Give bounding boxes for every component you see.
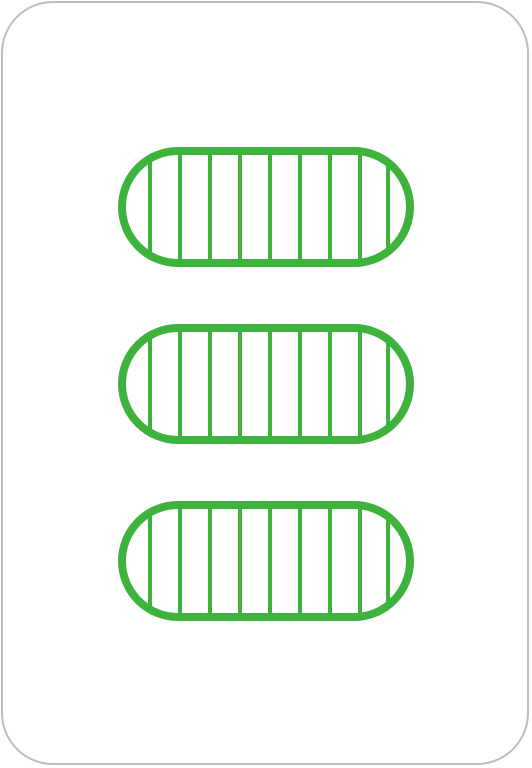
set-card[interactable] [1, 1, 529, 765]
stripe-shading [148, 324, 390, 444]
oval-outline [118, 324, 414, 444]
oval-symbol [118, 147, 414, 267]
oval-outline [118, 501, 414, 621]
oval-symbol [118, 324, 414, 444]
stripe-shading [148, 501, 390, 621]
oval-outline [118, 147, 414, 267]
oval-symbol [118, 501, 414, 621]
stripe-shading [148, 147, 390, 267]
card-symbols [118, 147, 414, 621]
